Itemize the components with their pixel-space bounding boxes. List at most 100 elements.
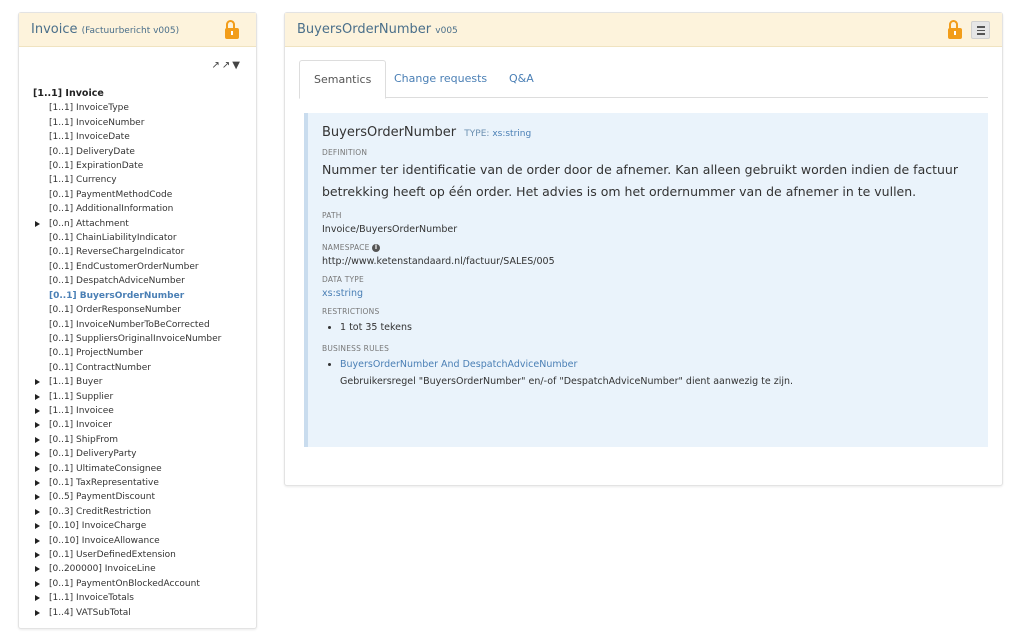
namespace-label-row: NAMESPACE i [322,243,974,252]
tree-item-label: [1..1] Supplier [49,391,114,402]
caret-right-icon[interactable] [35,537,40,544]
restrictions-list: 1 tot 35 tekens [322,320,974,336]
tab-semantics[interactable]: Semantics [299,60,387,99]
info-icon[interactable]: i [372,244,381,252]
tree-item[interactable]: [0..200000] InvoiceLine [33,562,252,576]
caret-right-icon[interactable] [35,595,40,602]
tree-item[interactable]: [0..1] Invoicer [33,418,252,432]
tree-item[interactable]: [1..1] Currency [33,173,252,187]
caret-right-icon[interactable] [35,451,40,458]
menu-icon[interactable] [971,21,990,39]
tree-item[interactable]: [0..1] ReverseChargeIndicator [33,245,252,259]
tree-item[interactable]: [0..10] InvoiceCharge [33,519,252,533]
datatype-label: DATA TYPE [322,275,364,284]
tree-item-label: [0..3] CreditRestriction [49,506,152,517]
tree-item-label: [1..1] InvoiceType [49,103,129,114]
caret-right-icon[interactable] [35,580,40,587]
tab-qa[interactable]: Q&A [509,60,534,98]
detail-title-text: BuyersOrderNumber [297,22,432,37]
tree-item[interactable]: [1..1] Buyer [33,375,252,389]
tree-item-label: [0..5] PaymentDiscount [49,492,155,503]
tree-item-label: [1..1] InvoiceTotals [49,593,134,604]
tree-item-label: [0..1] PaymentMethodCode [49,189,173,200]
tree-item[interactable]: [0..1] ExpirationDate [33,159,252,173]
business-rule-item: BuyersOrderNumber And DespatchAdviceNumb… [340,357,974,391]
tree-item[interactable]: [0..1] OrderResponseNumber [33,303,252,317]
tree-item[interactable]: [0..1] UltimateConsignee [33,462,252,476]
business-rules-list: BuyersOrderNumber And DespatchAdviceNumb… [322,357,974,391]
tree-item[interactable]: [0..1] ContractNumber [33,361,252,375]
caret-right-icon[interactable] [35,494,40,501]
semantics-content: BuyersOrderNumber TYPE: xs:string DEFINI… [304,113,988,447]
tree-item-label: [0..10] InvoiceAllowance [49,535,160,546]
caret-right-icon[interactable] [35,220,40,227]
tree-item-label: [0..1] ProjectNumber [49,348,144,359]
tree-item[interactable]: [0..1] DespatchAdviceNumber [33,274,252,288]
tree-item[interactable]: [0..1] DeliveryDate [33,145,252,159]
tree-item[interactable]: [0..1] SuppliersOriginalInvoiceNumber [33,332,252,346]
tree-item[interactable]: [0..n] Attachment [33,217,252,231]
tree-item[interactable]: [0..1] PaymentMethodCode [33,188,252,202]
caret-right-icon[interactable] [35,465,40,472]
tree-item-label: [1..1] Invoicee [49,405,114,416]
tree-item-label: [0..1] OrderResponseNumber [49,305,182,316]
tree-item[interactable]: [1..1] Invoicee [33,404,252,418]
detail-tabs: Semantics Change requests Q&A [299,60,988,99]
business-rule-link[interactable]: BuyersOrderNumber And DespatchAdviceNumb… [340,359,577,370]
caret-right-icon[interactable] [35,407,40,414]
tree-item-label: [0..1] ReverseChargeIndicator [49,247,185,258]
invoice-tree-panel: Invoice (Factuurbericht v005) ↗↗▼ [1..1]… [18,12,257,629]
tree-root-invoice[interactable]: [1..1] Invoice [33,87,252,101]
caret-right-icon[interactable] [35,436,40,443]
tree-item[interactable]: [1..4] VATSubTotal [33,606,252,620]
tab-change-requests[interactable]: Change requests [394,60,487,98]
caret-right-icon[interactable] [35,552,40,558]
tree-item[interactable]: [0..1] AdditionalInformation [33,202,252,216]
tree-item-label: [0..1] AdditionalInformation [49,204,174,215]
caret-right-icon[interactable] [35,566,40,573]
tree-item[interactable]: [0..1] ShipFrom [33,433,252,447]
tree-item-label: [0..1] Invoicer [49,420,112,431]
tree-tools[interactable]: ↗↗▼ [212,60,242,71]
caret-right-icon[interactable] [35,422,40,429]
unlock-icon[interactable] [948,20,962,40]
type-value[interactable]: xs:string [492,129,531,139]
tree-item[interactable]: [0..5] PaymentDiscount [33,490,252,504]
tree-item[interactable]: [1..1] Supplier [33,390,252,404]
tree-item-label: [0..1] EndCustomerOrderNumber [49,261,199,272]
datatype-link[interactable]: xs:string [322,288,974,299]
tree-item-label: [0..1] InvoiceNumberToBeCorrected [49,319,210,330]
caret-right-icon[interactable] [35,609,40,616]
tree-item[interactable]: [0..1] DeliveryParty [33,447,252,461]
tree-item-label: [1..1] InvoiceDate [49,132,130,143]
tree-item-label: [0..n] Attachment [49,218,129,229]
tree-item[interactable]: [1..1] InvoiceType [33,101,252,115]
tree-item[interactable]: [0..1] ProjectNumber [33,346,252,360]
caret-right-icon[interactable] [35,508,40,515]
tree-item[interactable]: [0..1] PaymentOnBlockedAccount [33,577,252,591]
caret-right-icon[interactable] [35,379,40,386]
tree-item[interactable]: [0..10] InvoiceAllowance [33,534,252,548]
tree-item[interactable]: [0..1] EndCustomerOrderNumber [33,260,252,274]
tree-item[interactable]: [0..1] UserDefinedExtension [33,548,252,562]
tree-item[interactable]: [0..1] ChainLiabilityIndicator [33,231,252,245]
element-heading: BuyersOrderNumber TYPE: xs:string [322,125,974,140]
tree-item[interactable]: [0..1] InvoiceNumberToBeCorrected [33,318,252,332]
tree-item-label: [0..1] TaxRepresentative [49,477,159,488]
tree-item[interactable]: [1..1] InvoiceDate [33,130,252,144]
tree-item[interactable]: [0..1] BuyersOrderNumber [33,289,252,303]
tree-item[interactable]: [1..1] InvoiceTotals [33,591,252,605]
caret-right-icon[interactable] [35,523,40,530]
tree-item-label: [1..1] Buyer [49,377,103,388]
caret-right-icon[interactable] [35,393,40,400]
caret-right-icon[interactable] [35,479,40,486]
unlock-icon[interactable] [225,20,239,40]
tree-item-label: [1..1] InvoiceNumber [49,117,145,128]
tree-item[interactable]: [0..1] TaxRepresentative [33,476,252,490]
tree-item[interactable]: [1..1] InvoiceNumber [33,116,252,130]
business-rules-label: BUSINESS RULES [322,344,390,353]
tree-item-label: [0..1] BuyersOrderNumber [49,290,185,301]
element-type: TYPE: xs:string [464,129,531,139]
tree-item-label: [1..1] Currency [49,175,117,186]
tree-item[interactable]: [0..3] CreditRestriction [33,505,252,519]
